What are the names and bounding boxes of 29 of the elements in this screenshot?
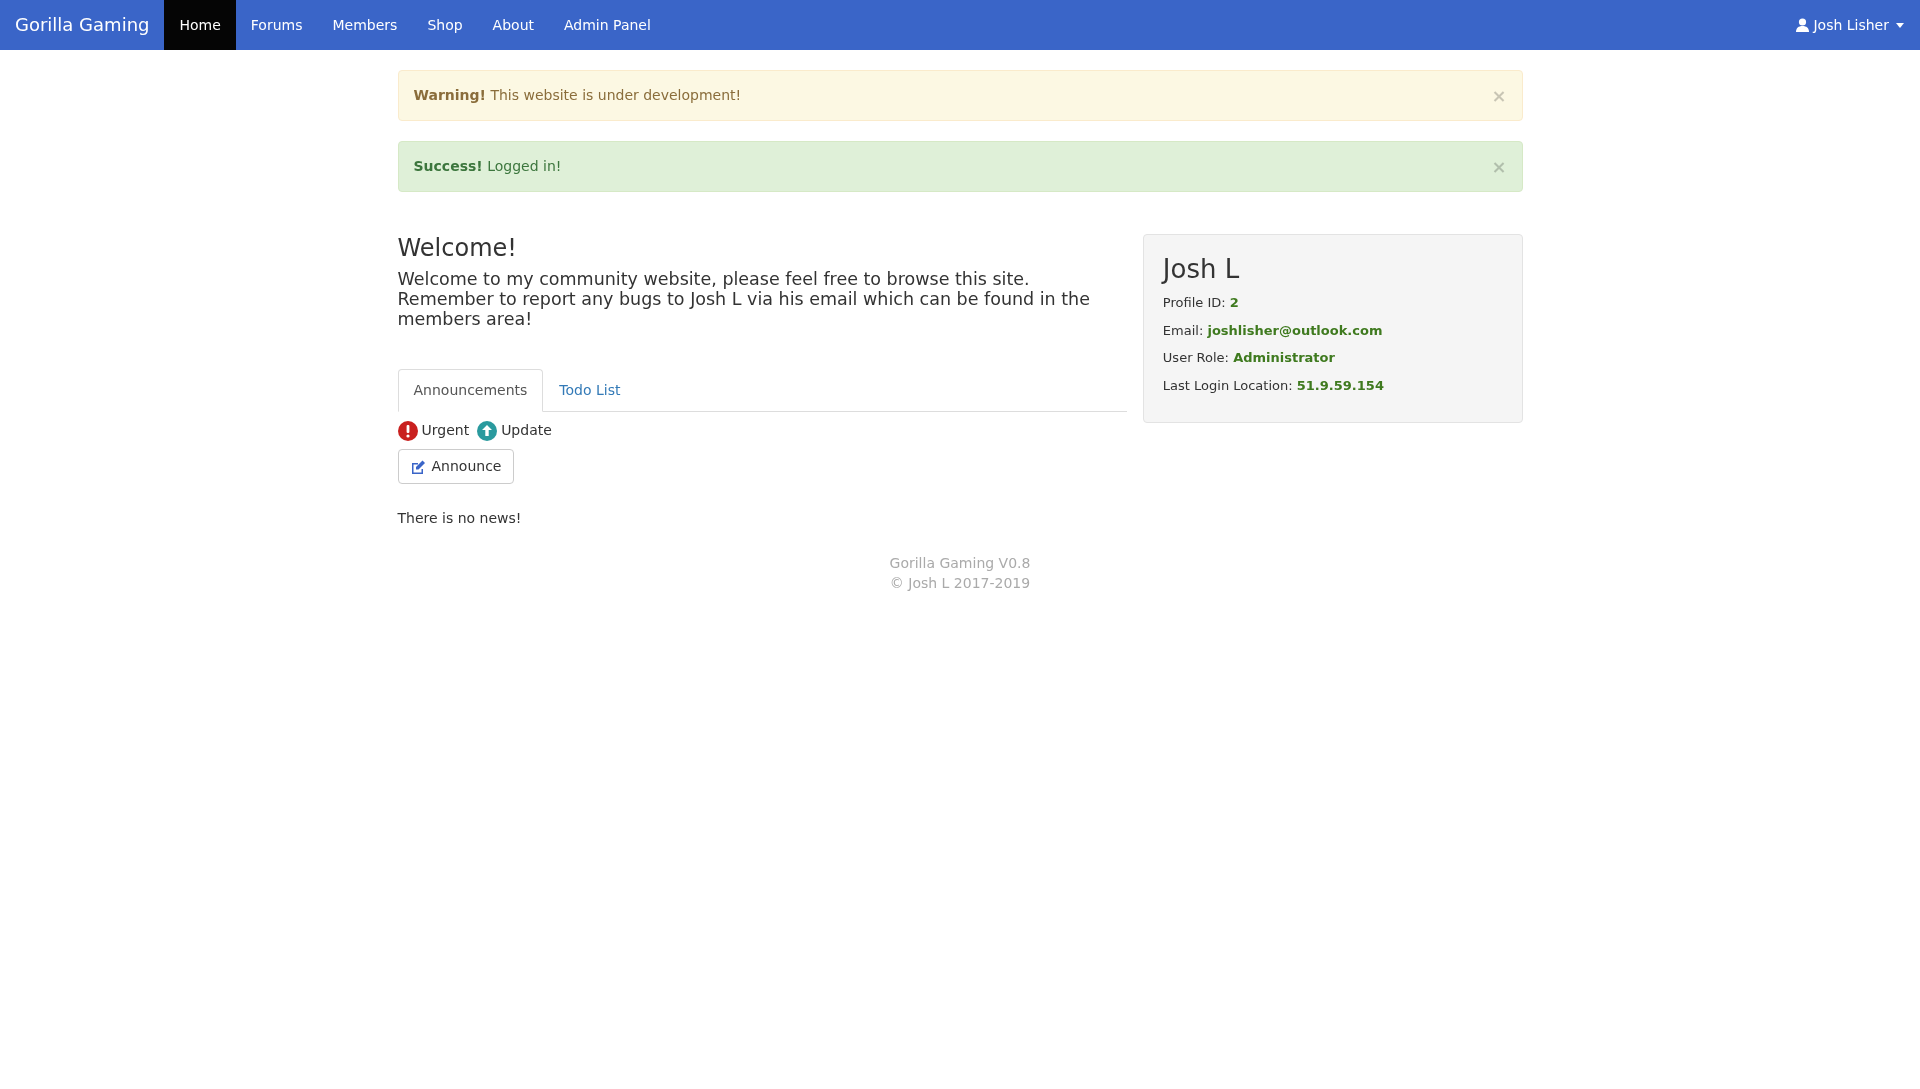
exclamation-icon xyxy=(397,420,418,441)
brand-link[interactable]: Gorilla Gaming xyxy=(0,0,165,50)
alert-text: Success! Logged in! xyxy=(413,157,562,176)
footer-text: Gorilla Gaming V0.8 xyxy=(888,554,1032,574)
legend-label: Update xyxy=(501,421,552,441)
news-text: There is no news! xyxy=(397,509,523,529)
user-icon xyxy=(1796,18,1810,32)
nav-link[interactable]: Forums xyxy=(235,0,318,50)
announce-button[interactable]: Announce xyxy=(397,449,515,485)
nav-link[interactable]: Admin Panel xyxy=(549,0,666,50)
tab[interactable]: Todo List xyxy=(543,369,637,413)
nav-link[interactable]: About xyxy=(477,0,549,50)
legend-label: Urgent xyxy=(421,421,470,441)
caret-icon xyxy=(1896,22,1904,28)
profile-name: Josh L xyxy=(1162,254,1241,286)
welcome-heading: Welcome! xyxy=(397,234,518,263)
profile-field: User Role: Administrator xyxy=(1162,348,1503,368)
nav-link[interactable]: Home xyxy=(164,0,236,50)
nav-link[interactable]: Shop xyxy=(412,0,478,50)
alert-text: Warning! This website is under development! xyxy=(413,86,742,105)
profile-field: Last Login Location: 51.9.59.154 xyxy=(1162,375,1503,396)
welcome-text: Welcome to my community website, please feel free to browse this site. Remember to report any bugs to Josh L via his email which can be found in the members area! xyxy=(397,268,1091,330)
user-menu[interactable]: Josh Lisher xyxy=(1781,0,1920,50)
tab[interactable]: Announcements xyxy=(397,369,544,413)
nav-link[interactable]: Members xyxy=(317,0,413,50)
footer-text: © Josh L 2017-2019 xyxy=(888,574,1032,594)
edit-icon xyxy=(410,459,426,474)
profile-field: Profile ID: 2 xyxy=(1162,293,1503,313)
profile-field: Email: joshlisher@outlook.com xyxy=(1162,320,1503,341)
